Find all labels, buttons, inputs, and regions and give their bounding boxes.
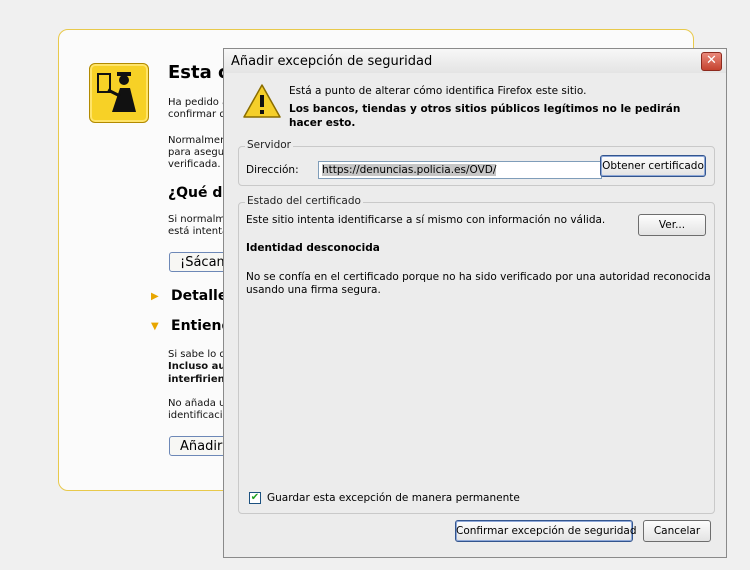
permanent-checkbox[interactable]: ✔ <box>249 492 261 504</box>
add-exception-button[interactable]: Añadir <box>169 436 229 456</box>
title-bar[interactable]: Añadir excepción de seguridad ✕ <box>224 49 726 73</box>
warning-bold-text: Los bancos, tiendas y otros sitios públi… <box>289 103 681 129</box>
certificate-status-group: Estado del certificado Este sitio intent… <box>238 195 715 514</box>
dialog-title: Añadir excepción de seguridad <box>231 54 433 69</box>
error-page-title: Esta c <box>168 62 229 83</box>
certificate-status-legend: Estado del certificado <box>245 195 363 207</box>
security-exception-dialog: Añadir excepción de seguridad ✕ Está a p… <box>223 48 727 558</box>
warning-icon <box>242 83 282 119</box>
normal-text: Normalment para asegu verificada. <box>168 135 231 170</box>
officer-icon <box>89 63 149 123</box>
unknown-identity-heading: Identidad desconocida <box>246 242 380 254</box>
close-button[interactable]: ✕ <box>701 52 722 71</box>
warning-text: Está a punto de alterar cómo identifica … <box>289 85 587 97</box>
collapse-arrow-icon[interactable]: ▼ <box>151 321 159 332</box>
cancel-button[interactable]: Cancelar <box>643 520 711 542</box>
permanent-label[interactable]: Guardar esta excepción de manera permane… <box>267 492 520 504</box>
invalid-info-text: Este sitio intenta identificarse a sí mi… <box>246 214 606 226</box>
explanation-line-1: No se confía en el certificado porque no… <box>246 271 711 283</box>
understand-text-3: interfirien <box>168 374 225 385</box>
server-legend: Servidor <box>245 139 293 151</box>
server-group: Servidor Dirección: https://denuncias.po… <box>238 139 715 186</box>
get-me-out-button[interactable]: ¡Sácam <box>169 252 229 272</box>
expand-arrow-icon[interactable]: ▶ <box>151 291 159 302</box>
address-label: Dirección: <box>246 164 299 176</box>
address-input[interactable]: https://denuncias.policia.es/OVD/ <box>318 161 602 179</box>
what-text: Si normalme está intenta <box>168 214 232 237</box>
view-button[interactable]: Ver... <box>638 214 706 236</box>
confirm-exception-button[interactable]: Confirmar excepción de seguridad <box>455 520 637 542</box>
get-certificate-button[interactable]: Obtener certificado <box>600 155 706 177</box>
understand-text-4: No añada u identificació <box>168 398 229 421</box>
address-value: https://denuncias.policia.es/OVD/ <box>322 164 497 176</box>
explanation-line-2: usando una firma segura. <box>246 284 381 296</box>
understand-text-1: Si sabe lo q <box>168 349 226 360</box>
understand-text-2: Incluso au <box>168 361 226 372</box>
